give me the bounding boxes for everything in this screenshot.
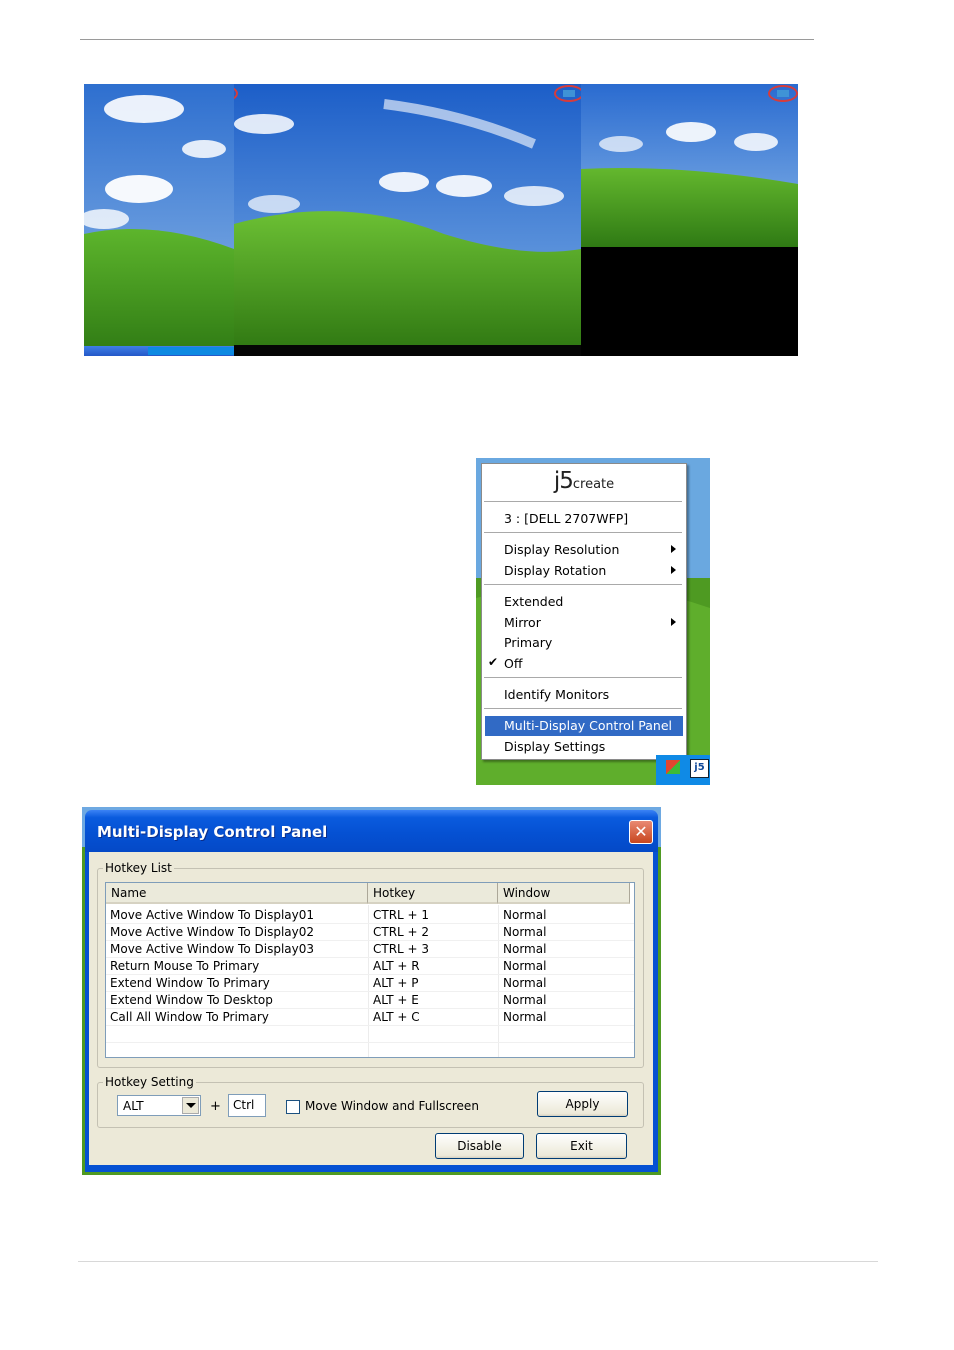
table-cell-hotkey[interactable]: CTRL + 2: [369, 924, 429, 941]
plus-sign: +: [210, 1099, 221, 1114]
menu-separator: [484, 708, 682, 709]
close-button[interactable]: ✕: [629, 820, 653, 844]
table-cell-name[interactable]: Return Mouse To Primary: [106, 958, 259, 975]
menu-item-off[interactable]: Off: [504, 654, 522, 673]
context-menu: j5create 3 : [DELL 2707WFP] Display Reso…: [481, 463, 687, 760]
table-cell-name[interactable]: Move Active Window To Display02: [106, 924, 314, 941]
hotkey-list-label: Hotkey List: [103, 861, 174, 875]
menu-item-control-panel[interactable]: Multi-Display Control Panel: [504, 716, 672, 735]
hotkey-table[interactable]: Name Hotkey Window Move Active Window To…: [105, 882, 635, 1058]
table-cell-window[interactable]: Normal: [499, 907, 546, 924]
column-header-window[interactable]: Window: [498, 883, 630, 904]
tray-menu-screenshot: j5create 3 : [DELL 2707WFP] Display Reso…: [476, 458, 710, 785]
display-1-screenshot: [84, 84, 234, 356]
table-cell-hotkey[interactable]: ALT + R: [369, 958, 420, 975]
display-1-tray: [148, 347, 234, 355]
table-cell-name[interactable]: Extend Window To Primary: [106, 975, 270, 992]
menu-item-primary[interactable]: Primary: [504, 633, 552, 652]
modifier-dropdown[interactable]: ALT: [117, 1095, 201, 1116]
hotkey-setting-label: Hotkey Setting: [103, 1075, 196, 1089]
control-panel-window: Multi-Display Control Panel ✕ Hotkey Lis…: [82, 807, 661, 1175]
menu-item-display-rotation[interactable]: Display Rotation: [504, 561, 606, 580]
table-cell-name[interactable]: Move Active Window To Display03: [106, 941, 314, 958]
key-input[interactable]: Ctrl: [228, 1094, 266, 1117]
menu-item-mirror[interactable]: Mirror: [504, 613, 541, 632]
submenu-arrow-icon: [671, 618, 676, 626]
apply-button[interactable]: Apply: [537, 1091, 628, 1117]
menu-item-extended[interactable]: Extended: [504, 592, 563, 611]
table-cell-name[interactable]: Extend Window To Desktop: [106, 992, 273, 1009]
menu-item-display-resolution[interactable]: Display Resolution: [504, 540, 619, 559]
checkmark-icon: ✔: [488, 655, 499, 669]
window-title: Multi-Display Control Panel: [97, 823, 328, 841]
display-3-marker: [768, 85, 798, 102]
table-cell-window[interactable]: Normal: [499, 941, 546, 958]
menu-separator: [484, 584, 682, 585]
table-cell-window[interactable]: Normal: [499, 992, 546, 1009]
window-client: Hotkey List Name Hotkey Window Move Acti…: [89, 852, 653, 1165]
table-cell-hotkey[interactable]: CTRL + 1: [369, 907, 429, 924]
display-3-screenshot: [581, 84, 798, 247]
window-titlebar[interactable]: Multi-Display Control Panel ✕: [85, 810, 658, 852]
row-divider: [106, 1025, 634, 1026]
table-cell-hotkey[interactable]: CTRL + 3: [369, 941, 429, 958]
chevron-down-icon[interactable]: [182, 1097, 199, 1114]
modifier-value: ALT: [123, 1099, 144, 1113]
column-header-name[interactable]: Name: [106, 883, 368, 904]
menu-item-display-settings[interactable]: Display Settings: [504, 737, 605, 756]
j5-tray-icon[interactable]: j5: [690, 759, 709, 778]
table-cell-hotkey[interactable]: ALT + E: [369, 992, 419, 1009]
page-top-rule: [80, 39, 814, 40]
table-cell-window[interactable]: Normal: [499, 958, 546, 975]
display-2-taskbar: [234, 345, 581, 356]
disable-button[interactable]: Disable: [435, 1133, 524, 1159]
menu-separator: [484, 532, 682, 533]
fullscreen-checkbox[interactable]: [286, 1100, 300, 1114]
table-cell-name[interactable]: Call All Window To Primary: [106, 1009, 269, 1026]
display-2-marker: [554, 85, 581, 102]
display-2-screenshot: [234, 84, 581, 356]
table-cell-window[interactable]: Normal: [499, 924, 546, 941]
menu-item-device[interactable]: 3 : [DELL 2707WFP]: [504, 509, 628, 528]
row-divider: [106, 1042, 634, 1043]
fullscreen-checkbox-label[interactable]: Move Window and Fullscreen: [305, 1099, 479, 1113]
menu-separator: [484, 501, 682, 502]
page-bottom-rule: [78, 1261, 878, 1262]
table-cell-name[interactable]: Move Active Window To Display01: [106, 907, 314, 924]
menu-separator: [484, 677, 682, 678]
desktop-montage: [84, 84, 798, 356]
column-header-hotkey[interactable]: Hotkey: [368, 883, 498, 904]
exit-button[interactable]: Exit: [536, 1133, 627, 1159]
submenu-arrow-icon: [671, 566, 676, 574]
submenu-arrow-icon: [671, 545, 676, 553]
table-cell-hotkey[interactable]: ALT + P: [369, 975, 419, 992]
windows-tray-icon[interactable]: [666, 760, 680, 774]
table-cell-hotkey[interactable]: ALT + C: [369, 1009, 420, 1026]
table-cell-window[interactable]: Normal: [499, 1009, 546, 1026]
j5create-logo: j5create: [553, 468, 615, 494]
table-cell-window[interactable]: Normal: [499, 975, 546, 992]
menu-item-identify-monitors[interactable]: Identify Monitors: [504, 685, 609, 704]
